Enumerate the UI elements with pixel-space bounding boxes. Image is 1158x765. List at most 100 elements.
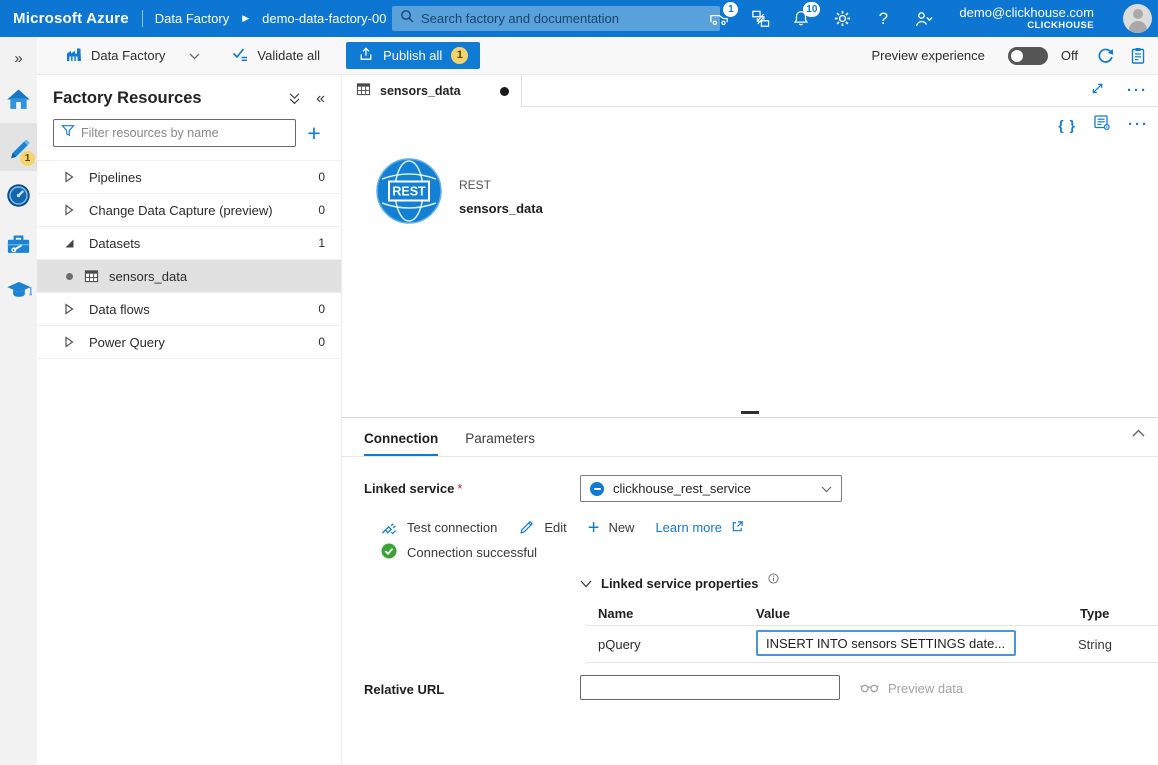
edit-pencil-icon xyxy=(518,518,535,538)
test-connection-button[interactable]: Test connection xyxy=(380,517,497,538)
tree-item-sensors-data[interactable]: sensors_data xyxy=(37,260,341,293)
test-connection-label: Test connection xyxy=(407,520,497,535)
factory-menu[interactable]: Data Factory xyxy=(65,46,200,66)
author-changes-badge: 1 xyxy=(20,151,35,166)
nav-home[interactable] xyxy=(0,75,37,123)
refresh-icon[interactable] xyxy=(1095,46,1115,66)
filter-resources-input[interactable] xyxy=(81,126,288,140)
chevron-right-icon[interactable] xyxy=(64,336,77,348)
expand-diagonal-icon[interactable] xyxy=(1090,81,1105,101)
chevron-right-icon[interactable] xyxy=(64,303,77,315)
column-header-type: Type xyxy=(1080,606,1109,621)
avatar-body-shape xyxy=(1129,21,1147,33)
success-check-icon xyxy=(381,543,397,562)
validate-all-button[interactable]: Validate all xyxy=(232,46,320,65)
chevron-right-icon[interactable] xyxy=(64,204,77,216)
publish-count-badge: 1 xyxy=(451,47,468,64)
edit-label: Edit xyxy=(544,520,566,535)
nav-manage[interactable] xyxy=(0,219,37,267)
notifications-bell-icon[interactable]: 10 xyxy=(791,9,811,29)
code-braces-icon[interactable]: { } xyxy=(1058,117,1076,133)
expand-rail-icon[interactable]: » xyxy=(0,41,37,75)
panel-title: Factory Resources xyxy=(53,89,273,108)
validate-check-icon xyxy=(232,46,249,65)
relative-url-label: Relative URL xyxy=(364,682,444,697)
edit-button[interactable]: Edit xyxy=(518,518,566,538)
filter-funnel-icon xyxy=(61,124,75,142)
nav-learning-center[interactable] xyxy=(0,267,37,315)
tab-sensors-data[interactable]: sensors_data xyxy=(342,75,522,107)
validate-all-label: Validate all xyxy=(257,48,320,63)
tree-item-data-flows[interactable]: Data flows 0 xyxy=(37,293,341,326)
property-value-input[interactable] xyxy=(756,630,1016,656)
feedback-person-icon[interactable] xyxy=(914,9,934,29)
help-icon[interactable]: ? xyxy=(873,9,893,29)
nav-monitor[interactable] xyxy=(0,171,37,219)
factory-resources-header: Factory Resources « xyxy=(37,75,341,108)
selected-dot xyxy=(66,273,73,280)
preview-experience-toggle[interactable] xyxy=(1008,47,1048,65)
tree-item-count: 0 xyxy=(318,335,325,349)
chevron-down-icon xyxy=(189,48,200,63)
relative-url-input[interactable] xyxy=(580,675,840,700)
search-input[interactable] xyxy=(421,11,712,26)
publish-all-button[interactable]: Publish all 1 xyxy=(346,42,480,69)
deployment-badge: 1 xyxy=(723,2,738,17)
toggle-state-label: Off xyxy=(1061,48,1078,63)
avatar[interactable] xyxy=(1123,4,1152,33)
rest-dataset-card[interactable]: REST REST sensors_data xyxy=(376,158,543,224)
switch-windows-icon[interactable] xyxy=(750,9,770,29)
new-button[interactable]: + New xyxy=(588,520,635,535)
breadcrumb: Data Factory ▶ demo-data-factory-00 xyxy=(155,11,387,26)
filter-input-wrap[interactable] xyxy=(53,119,296,147)
linked-service-properties-section[interactable]: Linked service properties xyxy=(580,576,779,591)
chevron-up-icon[interactable] xyxy=(1132,429,1145,437)
azure-brand[interactable]: Microsoft Azure xyxy=(0,10,142,27)
breadcrumb-app[interactable]: Data Factory xyxy=(155,11,229,26)
tab-more-ellipsis-icon[interactable]: ··· xyxy=(1127,86,1148,96)
factory-icon xyxy=(65,46,83,66)
tree-item-change-data-capture[interactable]: Change Data Capture (preview) 0 xyxy=(37,194,341,227)
plus-icon: + xyxy=(588,521,600,535)
tree-item-pipelines[interactable]: Pipelines 0 xyxy=(37,161,341,194)
collapse-all-icon[interactable] xyxy=(288,92,301,106)
tree-item-power-query[interactable]: Power Query 0 xyxy=(37,326,341,359)
tree-item-count: 1 xyxy=(318,236,325,250)
tree-item-label: Power Query xyxy=(89,335,318,350)
linked-service-dropdown[interactable]: clickhouse_rest_service xyxy=(580,475,842,502)
linked-service-dot-icon xyxy=(590,482,604,496)
tab-parameters[interactable]: Parameters xyxy=(465,431,535,456)
editor-action-row: { } ··· xyxy=(342,108,1158,142)
preview-data-button[interactable]: Preview data xyxy=(860,680,963,696)
studio-toolbar: Data Factory Validate all Publish all 1 … xyxy=(37,37,1158,75)
column-header-name: Name xyxy=(598,606,633,621)
account-info[interactable]: demo@clickhouse.com CLICKHOUSE xyxy=(959,6,1094,32)
add-resource-button[interactable]: + xyxy=(301,120,327,146)
global-search[interactable] xyxy=(392,6,720,31)
chevron-expanded-icon[interactable] xyxy=(64,238,77,249)
tree-item-label: Data flows xyxy=(89,302,318,317)
preview-data-label: Preview data xyxy=(888,681,963,696)
top-header-bar: Microsoft Azure Data Factory ▶ demo-data… xyxy=(0,0,1158,37)
deployment-truck-icon[interactable]: 1 xyxy=(709,9,729,29)
panel-splitter-handle[interactable] xyxy=(741,411,759,414)
panel-tabs: Connection Parameters xyxy=(342,418,1158,457)
factory-resources-panel: Factory Resources « + Pipelines 0 xyxy=(37,75,342,765)
breadcrumb-factory-name[interactable]: demo-data-factory-00 xyxy=(262,11,386,26)
tab-connection[interactable]: Connection xyxy=(364,431,438,456)
chevron-down-icon xyxy=(580,576,592,591)
learn-more-link[interactable]: Learn more xyxy=(655,520,743,536)
search-icon xyxy=(400,9,414,28)
settings-gear-icon[interactable] xyxy=(832,9,852,29)
chevron-right-icon[interactable] xyxy=(64,171,77,183)
collapse-panel-icon[interactable]: « xyxy=(316,90,325,108)
tree-item-datasets[interactable]: Datasets 1 xyxy=(37,227,341,260)
editor-more-ellipsis-icon[interactable]: ··· xyxy=(1128,120,1149,130)
left-nav-rail: » 1 xyxy=(0,37,37,765)
manage-toolbox-icon xyxy=(6,232,31,255)
new-label: New xyxy=(608,520,634,535)
nav-author[interactable]: 1 xyxy=(0,123,37,171)
card-name-label: sensors_data xyxy=(459,201,543,216)
properties-list-icon[interactable] xyxy=(1093,114,1111,136)
clipboard-notes-icon[interactable] xyxy=(1128,46,1148,66)
